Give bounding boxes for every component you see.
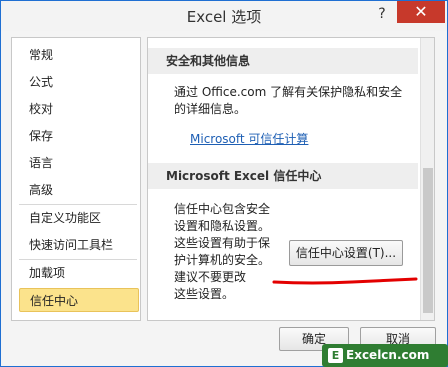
excel-options-dialog: Excel 选项 ? ✕ 常规 公式 校对 保存 语言 高级 自定义功能区 快速…: [0, 0, 448, 367]
nav-divider: [19, 259, 137, 260]
red-underline-annotation: [272, 277, 418, 285]
nav-item-customize-ribbon[interactable]: 自定义功能区: [19, 206, 139, 230]
nav-item-general[interactable]: 常规: [19, 43, 139, 67]
trust-text-line2: 设置和隐私设置。: [174, 219, 271, 233]
nav-item-quick-access-toolbar[interactable]: 快速访问工具栏: [19, 233, 139, 257]
nav-item-add-ins[interactable]: 加载项: [19, 261, 139, 285]
title-bar: Excel 选项 ? ✕: [1, 1, 447, 31]
nav-item-advanced[interactable]: 高级: [19, 178, 139, 202]
close-button[interactable]: ✕: [397, 1, 445, 23]
options-nav: 常规 公式 校对 保存 语言 高级 自定义功能区 快速访问工具栏 加载项 信任中…: [11, 37, 141, 321]
privacy-text-line1: 通过 Office.com 了解有关保护隐私和安全: [174, 85, 403, 99]
trustworthy-computing-link[interactable]: Microsoft 可信任计算: [190, 130, 308, 147]
nav-item-save[interactable]: 保存: [19, 124, 139, 148]
privacy-section-heading: 安全和其他信息: [148, 48, 418, 74]
trust-text-line4: 护计算机的安全。: [174, 253, 271, 267]
watermark-text: Excelcn.com: [346, 348, 430, 362]
scrollbar-thumb[interactable]: [423, 168, 433, 313]
trust-text-line5: 建议不要更改: [174, 270, 247, 284]
nav-item-proofing[interactable]: 校对: [19, 97, 139, 121]
nav-item-trust-center[interactable]: 信任中心: [19, 288, 139, 312]
nav-item-language[interactable]: 语言: [19, 151, 139, 175]
help-button[interactable]: ?: [373, 5, 391, 23]
trust-center-settings-button[interactable]: 信任中心设置(T)...: [289, 240, 403, 266]
trust-text-line3: 这些设置有助于保: [174, 236, 271, 250]
trust-center-section-heading: Microsoft Excel 信任中心: [148, 163, 418, 189]
trust-text-line6: 这些设置。: [174, 287, 235, 301]
trust-text-line1: 信任中心包含安全: [174, 202, 271, 216]
privacy-text-line2: 的详细信息。: [174, 102, 247, 116]
nav-divider: [19, 204, 137, 205]
vertical-scrollbar[interactable]: [420, 38, 434, 320]
watermark-logo: E Excelcn.com: [322, 344, 448, 367]
excel-logo-icon: E: [328, 348, 343, 363]
nav-item-formulas[interactable]: 公式: [19, 70, 139, 94]
